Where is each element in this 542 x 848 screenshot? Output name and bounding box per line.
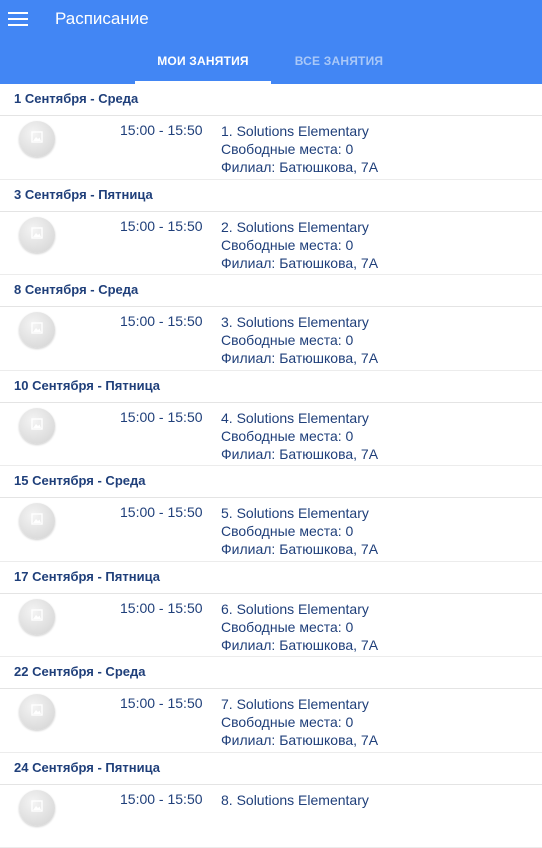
image-placeholder-icon — [31, 226, 43, 244]
lesson-item[interactable]: 15:00 - 15:50 2. Solutions ElementaryСвоб… — [0, 212, 542, 276]
date-header: 10 Сентября - Пятница — [0, 371, 542, 403]
date-header: 17 Сентября - Пятница — [0, 562, 542, 594]
lesson-time: 15:00 - 15:50 — [120, 409, 203, 425]
lesson-details: 3. Solutions ElementaryСвободные места: … — [221, 313, 378, 367]
lesson-title: 5. Solutions Elementary — [221, 504, 378, 522]
date-header: 1 Сентября - Среда — [0, 84, 542, 116]
lesson-details: 2. Solutions ElementaryСвободные места: … — [221, 218, 378, 272]
image-placeholder-icon — [31, 321, 43, 339]
lesson-time: 15:00 - 15:50 — [120, 218, 203, 234]
date-header: 15 Сентября - Среда — [0, 466, 542, 498]
lesson-avatar — [19, 312, 55, 348]
lesson-branch: Филиал: Батюшкова, 7А — [221, 445, 378, 463]
lesson-branch: Филиал: Батюшкова, 7А — [221, 731, 378, 749]
lesson-details: 6. Solutions ElementaryСвободные места: … — [221, 600, 378, 654]
lesson-free-seats: Свободные места: 0 — [221, 331, 378, 349]
lesson-free-seats: Свободные места: 0 — [221, 236, 378, 254]
lesson-branch: Филиал: Батюшкова, 7А — [221, 540, 378, 558]
image-placeholder-icon — [31, 608, 43, 626]
tab-all-lessons[interactable]: ВСЕ ЗАНЯТИЯ — [271, 48, 407, 84]
lesson-list[interactable]: 1 Сентября - Среда 15:00 - 15:50 1. Soluti… — [0, 84, 542, 848]
lesson-branch: Филиал: Батюшкова, 7А — [221, 636, 378, 654]
menu-bar — [8, 12, 28, 14]
tab-label: МОИ ЗАНЯТИЯ — [157, 54, 249, 68]
image-placeholder-icon — [31, 512, 43, 530]
lesson-branch: Филиал: Батюшкова, 7А — [221, 349, 378, 367]
app-bar: Расписание МОИ ЗАНЯТИЯ ВСЕ ЗАНЯТИЯ — [0, 0, 542, 84]
lesson-time: 15:00 - 15:50 — [120, 122, 203, 138]
lesson-avatar — [19, 503, 55, 539]
lesson-item[interactable]: 15:00 - 15:50 3. Solutions ElementaryСвоб… — [0, 307, 542, 371]
page-title: Расписание — [55, 8, 149, 30]
lesson-branch: Филиал: Батюшкова, 7А — [221, 254, 378, 272]
lesson-title: 7. Solutions Elementary — [221, 695, 378, 713]
menu-bar — [8, 24, 28, 26]
lesson-details: 4. Solutions ElementaryСвободные места: … — [221, 409, 378, 463]
tab-label: ВСЕ ЗАНЯТИЯ — [295, 54, 383, 68]
lesson-avatar — [19, 408, 55, 444]
hamburger-menu-icon[interactable] — [8, 8, 30, 30]
image-placeholder-icon — [31, 703, 43, 721]
lesson-title: 1. Solutions Elementary — [221, 122, 378, 140]
lesson-time: 15:00 - 15:50 — [120, 695, 203, 711]
lesson-title: 2. Solutions Elementary — [221, 218, 378, 236]
lesson-time: 15:00 - 15:50 — [120, 313, 203, 329]
menu-bar — [8, 18, 28, 20]
lesson-avatar — [19, 790, 55, 826]
lesson-free-seats: Свободные места: 0 — [221, 140, 378, 158]
lesson-free-seats: Свободные места: 0 — [221, 522, 378, 540]
tab-bar: МОИ ЗАНЯТИЯ ВСЕ ЗАНЯТИЯ — [0, 48, 542, 84]
lesson-branch: Филиал: Батюшкова, 7А — [221, 158, 378, 176]
lesson-time: 15:00 - 15:50 — [120, 504, 203, 520]
image-placeholder-icon — [31, 130, 43, 148]
tab-my-lessons[interactable]: МОИ ЗАНЯТИЯ — [135, 48, 271, 84]
lesson-free-seats: Свободные места: 0 — [221, 713, 378, 731]
lesson-title: 4. Solutions Elementary — [221, 409, 378, 427]
lesson-item[interactable]: 15:00 - 15:50 1. Solutions ElementaryСвоб… — [0, 116, 542, 180]
lesson-details: 1. Solutions ElementaryСвободные места: … — [221, 122, 378, 176]
lesson-time: 15:00 - 15:50 — [120, 600, 203, 616]
date-header: 22 Сентября - Среда — [0, 657, 542, 689]
lesson-item[interactable]: 15:00 - 15:508. Solutions Elementary — [0, 785, 542, 848]
lesson-avatar — [19, 121, 55, 157]
lesson-details: 5. Solutions ElementaryСвободные места: … — [221, 504, 378, 558]
lesson-avatar — [19, 599, 55, 635]
lesson-free-seats: Свободные места: 0 — [221, 618, 378, 636]
lesson-time: 15:00 - 15:50 — [120, 791, 203, 807]
date-header: 3 Сентября - Пятница — [0, 180, 542, 212]
lesson-avatar — [19, 694, 55, 730]
lesson-item[interactable]: 15:00 - 15:50 4. Solutions ElementaryСвоб… — [0, 403, 542, 467]
date-header: 8 Сентября - Среда — [0, 275, 542, 307]
date-header: 24 Сентября - Пятница — [0, 753, 542, 785]
image-placeholder-icon — [31, 417, 43, 435]
lesson-details: 7. Solutions ElementaryСвободные места: … — [221, 695, 378, 749]
lesson-title: 3. Solutions Elementary — [221, 313, 378, 331]
lesson-free-seats: Свободные места: 0 — [221, 427, 378, 445]
lesson-item[interactable]: 15:00 - 15:50 6. Solutions ElementaryСвоб… — [0, 594, 542, 658]
lesson-item[interactable]: 15:00 - 15:50 7. Solutions ElementaryСвоб… — [0, 689, 542, 753]
image-placeholder-icon — [31, 799, 43, 817]
lesson-title: 6. Solutions Elementary — [221, 600, 378, 618]
lesson-item[interactable]: 15:00 - 15:50 5. Solutions ElementaryСвоб… — [0, 498, 542, 562]
lesson-avatar — [19, 217, 55, 253]
